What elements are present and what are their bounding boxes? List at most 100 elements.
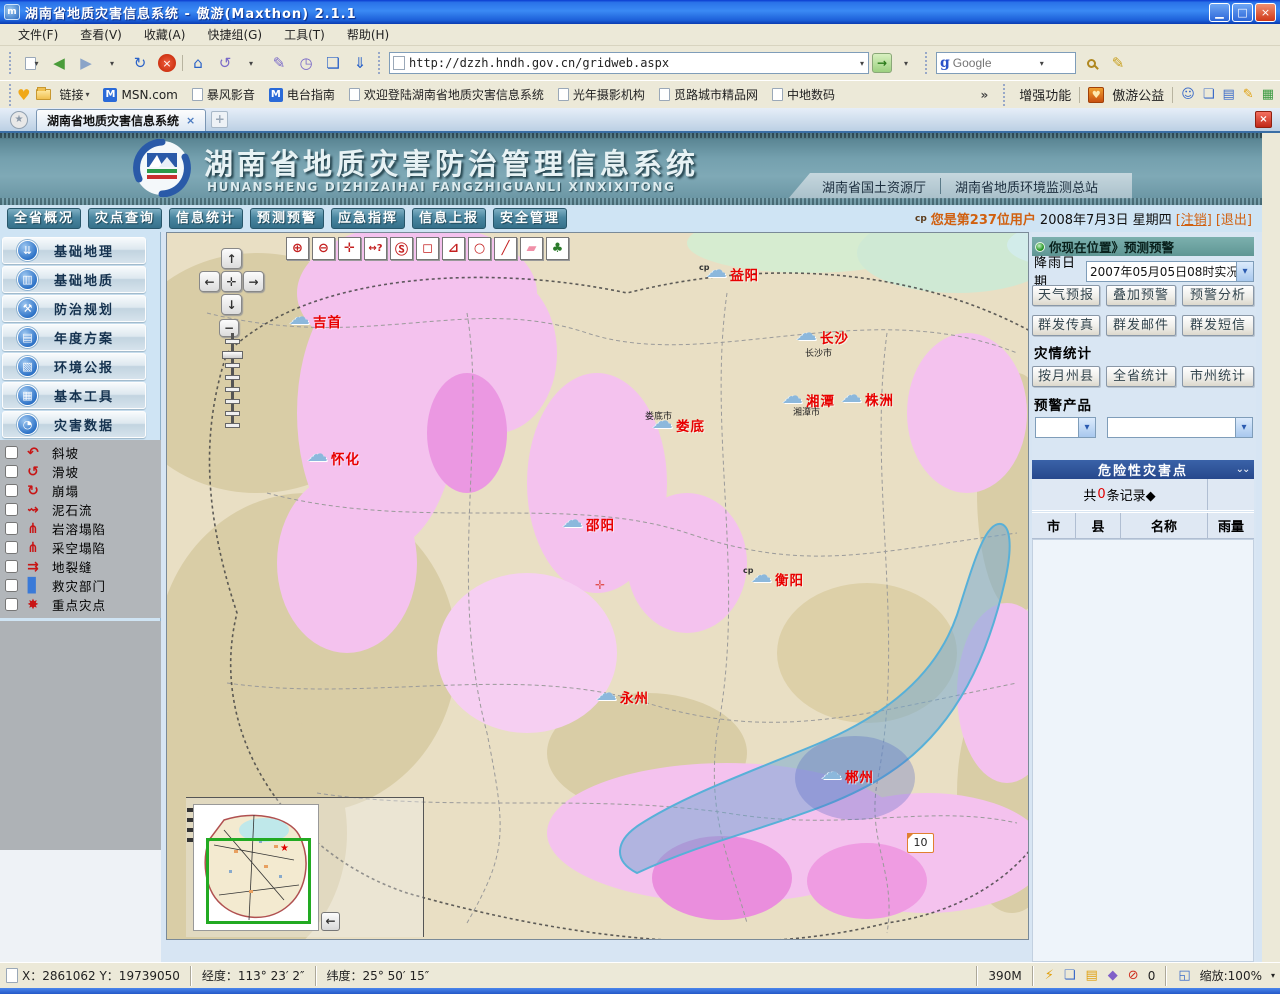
pen-icon[interactable]: ✎ [1243, 87, 1254, 102]
zoom-in-tool[interactable]: ⊕ [286, 237, 309, 260]
enhance-features-link[interactable]: 增强功能 [1019, 85, 1071, 104]
maxthon-charity-icon[interactable]: ♥ [1088, 87, 1104, 103]
mining-collapse-checkbox[interactable] [5, 541, 18, 554]
measure-distance-tool[interactable]: ↔? [364, 237, 387, 260]
window-panel-icon[interactable]: ❏ [321, 51, 345, 75]
rain-date-select[interactable]: 2007年05月05日08时实况 ▾ [1086, 261, 1254, 282]
undo-dropdown-icon[interactable]: ▾ [240, 51, 264, 75]
rescue-dept-checkbox[interactable] [5, 579, 18, 592]
city-stats-button[interactable]: 市州统计 [1182, 366, 1254, 387]
map-canvas[interactable]: ⊕ ⊖ ✛ ↔? Ⓢ ◻ ⊿ ○ ╱ ▰ ♣ ↑ ← ✛ → ↓ [167, 233, 1028, 939]
product-type-select[interactable]: ▾ [1035, 417, 1096, 438]
back-button[interactable]: ◀ [47, 51, 71, 75]
pan-up-button[interactable]: ↑ [221, 248, 242, 269]
hazard-points-header[interactable]: 危险性灾害点 ⌄⌄ [1032, 460, 1254, 479]
inset-back-button[interactable]: ← [321, 912, 340, 931]
nav-tab-info-statistics[interactable]: 信息统计 [169, 208, 243, 229]
new-tab-button[interactable]: + [211, 111, 228, 128]
sidebar-item-disaster-data[interactable]: ◔灾害数据 [2, 411, 146, 438]
favorites-heart-icon[interactable]: ♥ [17, 86, 30, 104]
pan-down-button[interactable]: ↓ [221, 294, 242, 315]
magic-wand-icon[interactable]: ✎ [267, 51, 291, 75]
zoom-out-tool[interactable]: ⊖ [312, 237, 335, 260]
nav-tab-disaster-query[interactable]: 灾点查询 [88, 208, 162, 229]
history-dropdown-icon[interactable]: ▾ [101, 51, 125, 75]
menu-favorites[interactable]: 收藏(A) [134, 24, 196, 45]
highlight-icon[interactable]: ✎ [1106, 51, 1130, 75]
debris-flow-checkbox[interactable] [5, 503, 18, 516]
flag-marker[interactable]: 10 [907, 833, 934, 853]
close-button[interactable]: × [1255, 3, 1276, 22]
resize-icon[interactable]: ◱ [1173, 968, 1195, 983]
menu-view[interactable]: 查看(V) [70, 24, 132, 45]
link-geo-env-monitor-station[interactable]: 湖南省地质环境监测总站 [955, 177, 1098, 196]
history-clock-icon[interactable]: ◷ [294, 51, 318, 75]
select-rectangle-tool[interactable]: ◻ [416, 237, 439, 260]
mass-sms-button[interactable]: 群发短信 [1182, 315, 1254, 336]
menu-groups[interactable]: 快捷组(G) [197, 24, 272, 45]
toolbar-grip[interactable] [1003, 84, 1008, 106]
collapse-chevrons-icon[interactable]: ⌄⌄ [1230, 464, 1254, 475]
link-photo-studio[interactable]: 光年摄影机构 [558, 86, 645, 103]
address-input[interactable] [409, 56, 862, 70]
maximize-button[interactable]: □ [1232, 3, 1253, 22]
go-dropdown-icon[interactable]: ▾ [895, 51, 919, 75]
chevron-down-icon[interactable]: ▾ [1078, 418, 1095, 437]
address-dropdown-icon[interactable]: ▾ [860, 59, 864, 68]
sidebar-item-prevention-plan[interactable]: ⚒防治规划 [2, 295, 146, 322]
sidebar-item-annual-scheme[interactable]: ▤年度方案 [2, 324, 146, 351]
collapse-checkbox[interactable] [5, 484, 18, 497]
notes-icon[interactable]: ▤ [1223, 87, 1235, 102]
ground-fissure-checkbox[interactable] [5, 560, 18, 573]
link-zhongdi[interactable]: 中地数码 [772, 86, 835, 103]
address-bar[interactable]: ▾ [389, 52, 869, 74]
draw-line-tool[interactable]: ╱ [494, 237, 517, 260]
tab-close-icon[interactable]: × [186, 114, 195, 127]
zoom-slider[interactable] [231, 333, 234, 428]
toolbar-grip[interactable] [9, 84, 14, 106]
pan-center-button[interactable]: ✛ [221, 271, 242, 292]
home-button[interactable]: ⌂ [186, 51, 210, 75]
tab-list-close-button[interactable]: × [1255, 111, 1272, 128]
user-icon[interactable]: ☺ [1181, 87, 1195, 102]
lightning-icon[interactable]: ⚡ [1040, 968, 1059, 983]
search-input[interactable] [953, 56, 1039, 70]
maxthon-charity-link[interactable]: 傲游公益 [1112, 85, 1164, 104]
measure-area-tool[interactable]: Ⓢ [390, 237, 413, 260]
viewport-rectangle[interactable] [206, 838, 311, 924]
undo-button[interactable]: ↺ [213, 51, 237, 75]
toolbar-grip[interactable] [378, 52, 383, 74]
sidebar-item-base-geography[interactable]: ⇊基础地理 [2, 237, 146, 264]
exit-link[interactable]: [退出] [1216, 209, 1252, 228]
sidebar-item-env-bulletin[interactable]: ▧环境公报 [2, 353, 146, 380]
link-radio-guide[interactable]: M电台指南 [269, 86, 335, 103]
logout-link[interactable]: [注销] [1176, 209, 1212, 228]
links-folder[interactable]: 链接▾ [36, 86, 89, 103]
zoom-slider-handle[interactable] [222, 351, 243, 359]
menu-help[interactable]: 帮助(H) [337, 24, 399, 45]
link-city-boutique[interactable]: 觅路城市精品网 [659, 86, 758, 103]
nav-tab-security-mgmt[interactable]: 安全管理 [493, 208, 567, 229]
zoom-dropdown-icon[interactable]: ▾ [1266, 971, 1280, 980]
weather-forecast-button[interactable]: 天气预报 [1032, 285, 1100, 306]
forward-button[interactable]: ▶ [74, 51, 98, 75]
menu-file[interactable]: 文件(F) [8, 24, 68, 45]
eraser-tool[interactable]: ▰ [520, 237, 543, 260]
nav-tab-province-overview[interactable]: 全省概况 [7, 208, 81, 229]
go-button[interactable]: → [872, 53, 892, 73]
slope-checkbox[interactable] [5, 446, 18, 459]
link-land-resources-dept[interactable]: 湖南省国土资源厅 [822, 177, 926, 196]
landslide-checkbox[interactable] [5, 465, 18, 478]
search-icon[interactable] [1079, 51, 1103, 75]
menu-tools[interactable]: 工具(T) [274, 24, 335, 45]
toolbar-grip[interactable] [925, 52, 930, 74]
download-icon[interactable]: ⇓ [348, 51, 372, 75]
search-engine-dropdown-icon[interactable]: ▾ [1040, 59, 1044, 68]
gem-icon[interactable]: ◆ [1103, 968, 1123, 983]
product-item-select[interactable]: ▾ [1107, 417, 1253, 438]
zoom-level[interactable]: 缩放:100% [1196, 967, 1266, 984]
note-icon[interactable]: ▤ [1080, 968, 1102, 983]
mass-email-button[interactable]: 群发邮件 [1106, 315, 1176, 336]
new-page-icon[interactable]: ▾ [20, 51, 44, 75]
toolbar-grip[interactable] [9, 52, 14, 74]
